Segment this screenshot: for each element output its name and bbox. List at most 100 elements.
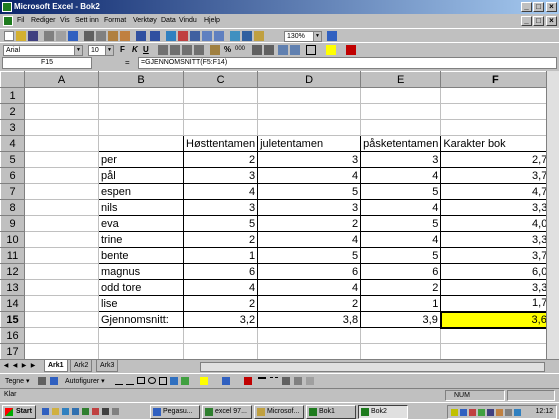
name-box[interactable]: F15: [2, 57, 92, 69]
oval-icon[interactable]: [148, 377, 156, 384]
line-style-icon[interactable]: [258, 377, 266, 385]
cell[interactable]: [440, 343, 551, 359]
tray-icon[interactable]: [460, 409, 467, 416]
paste-icon[interactable]: [108, 31, 118, 41]
tray-icon[interactable]: [505, 409, 512, 416]
average-label-cell[interactable]: Gjennomsnitt:: [98, 311, 184, 328]
percent-button[interactable]: %: [224, 45, 231, 54]
cell[interactable]: [98, 119, 184, 136]
cell[interactable]: [440, 87, 551, 104]
taskbar-item[interactable]: Microsof...: [254, 405, 304, 419]
align-right-icon[interactable]: [182, 45, 192, 55]
header-cell[interactable]: juletentamen: [257, 135, 362, 152]
line-color-icon[interactable]: [222, 377, 230, 385]
row-header[interactable]: 1: [0, 87, 25, 104]
increase-decimal-icon[interactable]: [252, 45, 262, 55]
select-objects-icon[interactable]: [38, 377, 46, 385]
formula-input[interactable]: =GJENNOMSNITT(F5:F14): [138, 57, 557, 69]
tray-icon[interactable]: [469, 409, 476, 416]
score-cell[interactable]: 4: [360, 231, 442, 248]
arrow-style-icon[interactable]: [282, 377, 290, 385]
row-header[interactable]: 4: [0, 135, 25, 152]
undo-icon[interactable]: [136, 31, 146, 41]
cell[interactable]: [24, 343, 99, 359]
score-cell[interactable]: 6: [182, 263, 259, 280]
rectangle-icon[interactable]: [137, 377, 145, 384]
header-cell[interactable]: Høsttentamen: [182, 135, 259, 152]
grade-cell[interactable]: 6,0: [440, 263, 551, 280]
cell[interactable]: [24, 119, 99, 136]
last-sheet-icon[interactable]: ▶: [29, 362, 37, 371]
free-rotate-icon[interactable]: [50, 377, 58, 385]
desktop-icon[interactable]: [102, 408, 109, 415]
taskbar-item[interactable]: Pegasu...: [150, 405, 200, 419]
cell[interactable]: [440, 119, 551, 136]
menu-insert[interactable]: Sett inn: [75, 17, 99, 24]
score-cell[interactable]: 2: [182, 151, 259, 168]
cell[interactable]: [24, 135, 99, 152]
score-cell[interactable]: 4: [360, 199, 442, 216]
sort-ascending-icon[interactable]: [202, 31, 212, 41]
italic-button[interactable]: K: [132, 45, 138, 54]
row-header[interactable]: 6: [0, 167, 25, 184]
cell[interactable]: [360, 87, 442, 104]
score-cell[interactable]: 2: [182, 295, 259, 312]
student-name-cell[interactable]: espen: [98, 183, 184, 200]
average-cell[interactable]: 3,2: [182, 311, 259, 328]
sort-descending-icon[interactable]: [214, 31, 224, 41]
start-button[interactable]: Start: [2, 405, 36, 419]
grade-cell[interactable]: 3,7: [440, 167, 551, 184]
tab-ark1[interactable]: Ark1: [44, 360, 68, 372]
wordart-icon[interactable]: [170, 377, 178, 385]
menu-help[interactable]: Hjelp: [204, 17, 220, 24]
selected-cell-f15[interactable]: 3,6: [439, 310, 551, 329]
fill-color-icon[interactable]: [326, 45, 336, 55]
cell[interactable]: [24, 311, 99, 328]
cell[interactable]: [182, 119, 259, 136]
doc-close-button[interactable]: ×: [546, 16, 557, 26]
channels-icon[interactable]: [112, 408, 119, 415]
score-cell[interactable]: 3: [182, 167, 259, 184]
menu-edit[interactable]: Rediger: [31, 17, 56, 24]
save-icon[interactable]: [28, 31, 38, 41]
tab-ark3[interactable]: Ark3: [96, 360, 119, 372]
student-name-cell[interactable]: lise: [98, 295, 184, 312]
menu-file[interactable]: Fil: [17, 17, 24, 24]
row-header[interactable]: 14: [0, 295, 25, 312]
row-header[interactable]: 12: [0, 263, 25, 280]
cell[interactable]: [24, 263, 99, 280]
menu-view[interactable]: Vis: [60, 17, 70, 24]
select-all-button[interactable]: [0, 71, 25, 88]
3d-icon[interactable]: [306, 377, 314, 385]
grade-cell[interactable]: 3,3: [440, 279, 551, 296]
score-cell[interactable]: 3: [257, 199, 362, 216]
student-name-cell[interactable]: pål: [98, 167, 184, 184]
cell[interactable]: [440, 103, 551, 120]
decrease-indent-icon[interactable]: [278, 45, 288, 55]
zoom-select[interactable]: 130% ▼: [284, 31, 322, 42]
row-header[interactable]: 8: [0, 199, 25, 216]
shadow-icon[interactable]: [294, 377, 302, 385]
grade-cell[interactable]: 4,7: [440, 183, 551, 200]
score-cell[interactable]: 4: [182, 279, 259, 296]
borders-icon[interactable]: [306, 45, 316, 55]
maximize-button[interactable]: □: [533, 2, 544, 12]
bold-button[interactable]: F: [120, 45, 125, 54]
cut-icon[interactable]: [84, 31, 94, 41]
score-cell[interactable]: 3: [360, 151, 442, 168]
edit-formula-button[interactable]: =: [125, 58, 130, 67]
score-cell[interactable]: 5: [257, 183, 362, 200]
grade-cell[interactable]: 1,7: [440, 295, 551, 312]
outlook-icon[interactable]: [62, 408, 69, 415]
increase-indent-icon[interactable]: [290, 45, 300, 55]
cell[interactable]: [24, 327, 99, 344]
row-header[interactable]: 16: [0, 327, 25, 344]
score-cell[interactable]: 5: [182, 215, 259, 232]
chart-wizard-icon[interactable]: [230, 31, 240, 41]
cell[interactable]: [24, 87, 99, 104]
average-cell[interactable]: 3,8: [257, 311, 362, 328]
excel-app-icon[interactable]: [2, 2, 12, 12]
tray-icon[interactable]: [514, 409, 521, 416]
textbox-icon[interactable]: [159, 377, 167, 385]
row-header[interactable]: 15: [0, 311, 25, 328]
